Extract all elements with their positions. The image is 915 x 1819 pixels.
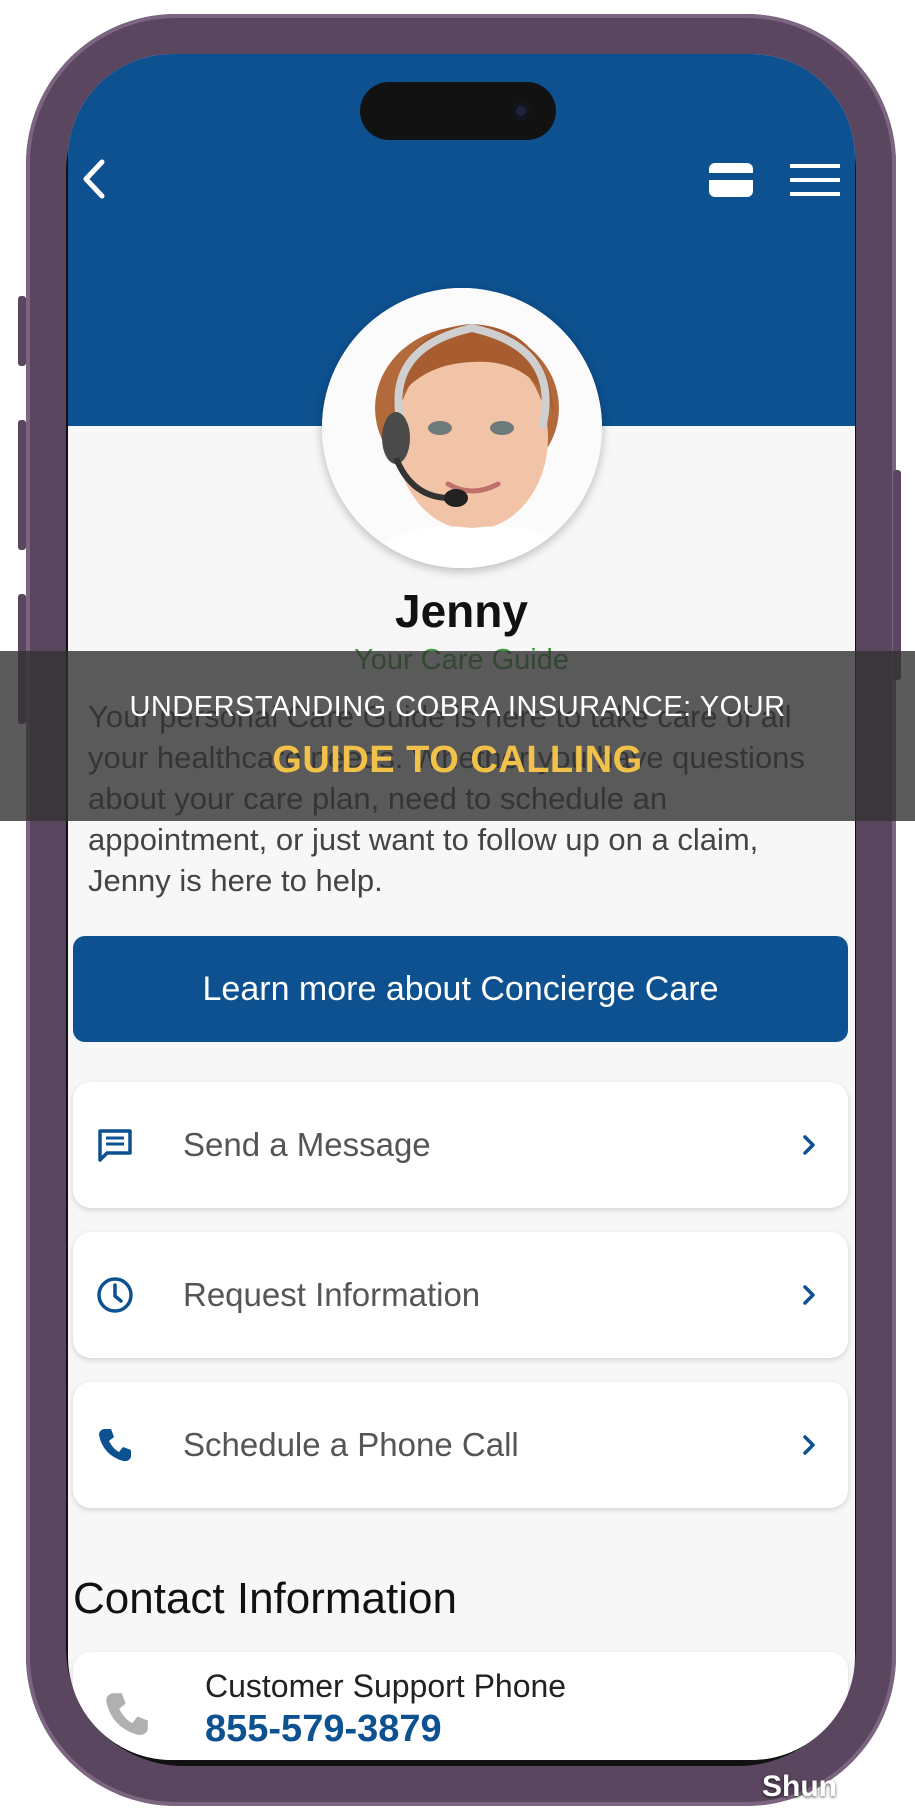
overlay-title-line2: GUIDE TO CALLING bbox=[272, 739, 643, 781]
customer-support-label: Customer Support Phone bbox=[205, 1668, 567, 1704]
phone-action-button bbox=[18, 296, 26, 366]
back-button[interactable] bbox=[74, 154, 114, 204]
title-overlay-banner: UNDERSTANDING COBRA INSURANCE: YOUR GUID… bbox=[0, 651, 915, 821]
avatar bbox=[322, 288, 602, 568]
overlay-title-line1: UNDERSTANDING COBRA INSURANCE: YOUR bbox=[129, 691, 786, 723]
card-button[interactable] bbox=[708, 162, 754, 198]
profile-name: Jenny bbox=[395, 585, 528, 637]
front-camera bbox=[512, 102, 530, 120]
care-guide-photo bbox=[322, 288, 602, 568]
message-icon bbox=[98, 1129, 132, 1162]
schedule-phone-call-row[interactable]: Schedule a Phone Call bbox=[73, 1382, 848, 1508]
schedule-phone-call-label: Schedule a Phone Call bbox=[183, 1426, 519, 1463]
request-information-label: Request Information bbox=[183, 1276, 481, 1313]
chevron-right-icon bbox=[803, 1285, 815, 1305]
app-screen: Jenny Your Care Guide Your personal Care… bbox=[68, 54, 855, 1760]
dynamic-island bbox=[360, 82, 556, 140]
watermark: Shun bbox=[762, 1770, 837, 1803]
card-icon bbox=[709, 163, 753, 197]
chevron-right-icon bbox=[803, 1135, 815, 1155]
menu-button[interactable] bbox=[790, 162, 840, 198]
phone-power-button bbox=[893, 470, 901, 680]
phone-icon bbox=[99, 1429, 131, 1462]
send-message-label: Send a Message bbox=[183, 1126, 431, 1163]
concierge-care-button[interactable]: Learn more about Concierge Care bbox=[73, 936, 848, 1042]
contact-information-heading: Contact Information bbox=[73, 1574, 457, 1623]
chevron-right-icon bbox=[803, 1435, 815, 1455]
phone-icon bbox=[106, 1693, 148, 1736]
clock-icon bbox=[97, 1277, 133, 1313]
request-information-row[interactable]: Request Information bbox=[73, 1232, 848, 1358]
hamburger-menu-icon bbox=[790, 164, 840, 196]
customer-support-card: Customer Support Phone 855-579-3879 bbox=[73, 1652, 848, 1760]
chevron-left-icon bbox=[83, 159, 105, 199]
send-message-row[interactable]: Send a Message bbox=[73, 1082, 848, 1208]
customer-support-phone-link[interactable]: 855-579-3879 bbox=[205, 1708, 442, 1751]
phone-volume-up-button bbox=[18, 420, 26, 550]
